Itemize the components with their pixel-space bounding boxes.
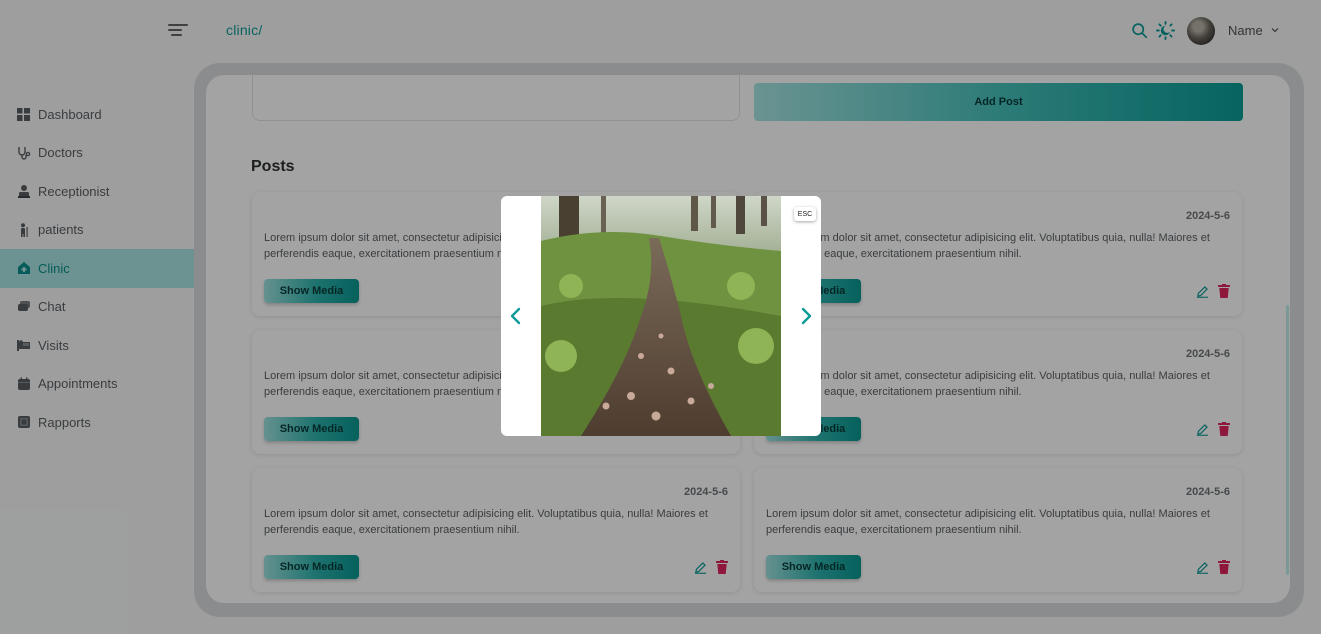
chevron-left-icon[interactable] xyxy=(508,306,524,326)
close-button[interactable]: ESC xyxy=(794,207,816,221)
media-viewer-modal: ESC xyxy=(501,196,821,436)
chevron-right-icon[interactable] xyxy=(798,306,814,326)
media-image xyxy=(541,196,781,436)
app: clinic/ Name Dashboard Doctors Reception… xyxy=(0,0,1321,634)
